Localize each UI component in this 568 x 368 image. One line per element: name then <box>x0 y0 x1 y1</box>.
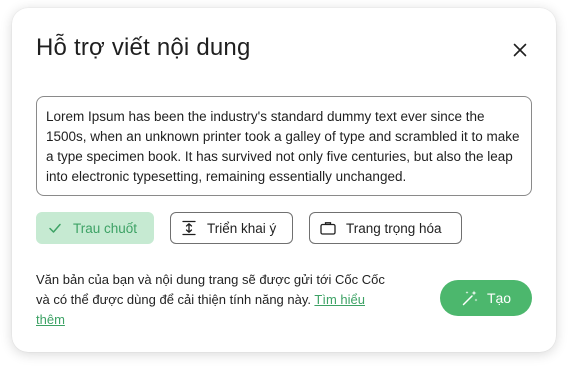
chip-formalize[interactable]: Trang trọng hóa <box>309 212 462 244</box>
close-button[interactable] <box>508 38 532 62</box>
check-icon <box>47 220 63 236</box>
create-button-label: Tạo <box>486 290 512 306</box>
expand-vertical-icon <box>181 220 197 236</box>
writing-assistant-dialog: Hỗ trợ viết nội dung Lorem Ipsum has bee… <box>12 8 556 352</box>
content-textarea[interactable]: Lorem Ipsum has been the industry's stan… <box>36 96 532 196</box>
create-button[interactable]: Tạo <box>440 280 532 316</box>
style-options: Trau chuốt Triển khai ý Trang trọng hóa <box>36 212 462 244</box>
briefcase-icon <box>320 220 336 236</box>
privacy-notice: Văn bản của bạn và nội dung trang sẽ đượ… <box>36 270 396 330</box>
magic-wand-icon <box>461 289 479 307</box>
chip-label: Trang trọng hóa <box>346 220 442 236</box>
chip-label: Triển khai ý <box>207 220 277 236</box>
dialog-title: Hỗ trợ viết nội dung <box>36 34 251 61</box>
chip-expand-idea[interactable]: Triển khai ý <box>170 212 293 244</box>
chip-label: Trau chuốt <box>73 220 138 236</box>
close-icon <box>513 43 527 57</box>
chip-polish[interactable]: Trau chuốt <box>36 212 154 244</box>
